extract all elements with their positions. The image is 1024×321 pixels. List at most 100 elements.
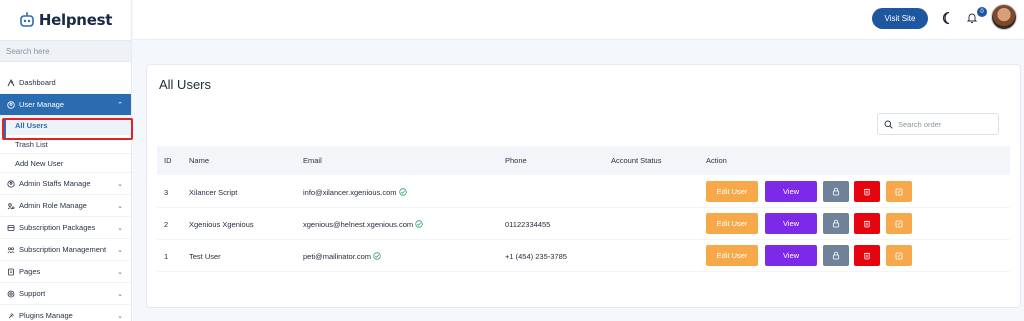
verified-check-icon xyxy=(373,252,381,260)
plug-icon xyxy=(6,311,15,320)
chevron-down-icon: ⌄ xyxy=(117,180,123,188)
delete-button[interactable] xyxy=(854,245,880,266)
column-header-account-status: Account Status xyxy=(611,156,662,165)
email-text: xgenious@helnest.xgenious.com xyxy=(303,220,414,229)
view-button[interactable]: View xyxy=(765,213,817,234)
lock-icon xyxy=(832,187,840,196)
edit-note-button[interactable] xyxy=(886,245,912,266)
column-header-id: ID xyxy=(164,156,172,165)
sidebar-item-label: User Manage xyxy=(19,100,65,109)
moon-icon[interactable] xyxy=(941,11,953,25)
edit-user-button[interactable]: Edit User xyxy=(706,213,758,234)
verified-check-icon xyxy=(398,188,407,196)
sidebar-item-label: Subscription Packages xyxy=(19,223,96,232)
sidebar-item-user-manage[interactable]: User Manage ⌃ xyxy=(0,94,131,116)
sidebar-item-support[interactable]: Support ⌄ xyxy=(0,283,131,305)
chevron-down-icon: ⌄ xyxy=(117,290,123,298)
brand-name: Helpnest xyxy=(38,11,113,29)
users-settings-icon xyxy=(6,245,15,254)
sidebar-item-label: Dashboard xyxy=(19,78,56,87)
sidebar-item-admin-staffs-manage[interactable]: Admin Staffs Manage ⌄ xyxy=(0,173,131,195)
cell-id: 2 xyxy=(164,220,169,229)
chevron-down-icon: ⌄ xyxy=(117,268,123,276)
edit-note-button[interactable] xyxy=(886,181,912,202)
sidebar-item-pages[interactable]: Pages ⌄ xyxy=(0,261,131,283)
sidebar-item-label: Pages xyxy=(19,267,41,276)
chevron-down-icon: ⌄ xyxy=(117,312,123,320)
support-icon xyxy=(6,289,15,298)
user-circle-icon xyxy=(6,100,15,109)
sidebar-subitem-label: Trash List xyxy=(15,139,48,149)
cell-name: Test User xyxy=(189,252,221,261)
sidebar-search-input[interactable]: Search here xyxy=(0,40,131,62)
sidebar-item-dashboard[interactable]: Dashboard xyxy=(0,72,131,94)
trash-icon xyxy=(864,252,870,260)
view-button[interactable]: View xyxy=(765,245,817,266)
lock-button[interactable] xyxy=(823,181,849,202)
edit-user-button[interactable]: Edit User xyxy=(706,245,758,266)
cell-id: 3 xyxy=(164,188,169,197)
lock-icon xyxy=(832,251,840,260)
visit-site-button[interactable]: Visit Site xyxy=(872,8,928,29)
table-row: 2 Xgenious Xgenious xgenious@helnest.xge… xyxy=(157,208,1010,240)
robot-logo-icon xyxy=(20,12,34,27)
edit-square-icon xyxy=(895,188,903,195)
sidebar: Helpnest Search here Dashboard User Mana… xyxy=(0,0,133,321)
package-icon xyxy=(6,223,15,232)
sidebar-item-label: Support xyxy=(19,289,46,298)
sidebar-menu: Dashboard User Manage ⌃ All Users Trash … xyxy=(0,72,131,321)
avatar[interactable] xyxy=(991,4,1017,30)
sidebar-search-placeholder: Search here xyxy=(6,46,50,56)
column-header-name: Name xyxy=(189,156,210,165)
email-text: peti@mailinator.com xyxy=(303,252,372,261)
trash-icon xyxy=(864,188,870,196)
chevron-down-icon: ⌄ xyxy=(117,202,123,210)
column-header-phone: Phone xyxy=(505,156,527,165)
brand-logo[interactable]: Helpnest xyxy=(0,0,131,40)
cell-phone: 01122334455 xyxy=(505,220,551,229)
sidebar-subitem-label: Add New User xyxy=(15,158,64,168)
view-button[interactable]: View xyxy=(765,181,817,202)
sidebar-item-admin-role-manage[interactable]: Admin Role Manage ⌄ xyxy=(0,195,131,217)
sidebar-item-subscription-packages[interactable]: Subscription Packages ⌄ xyxy=(0,217,131,239)
notification-badge: 0 xyxy=(977,7,987,17)
sidebar-item-label: Plugins Manage xyxy=(19,311,73,320)
lock-icon xyxy=(832,219,840,228)
email-text: info@xilancer.xgenious.com xyxy=(303,188,397,197)
selection-highlight xyxy=(2,118,133,140)
delete-button[interactable] xyxy=(854,181,880,202)
column-header-action: Action xyxy=(706,156,727,165)
bell-icon[interactable] xyxy=(967,12,977,24)
sidebar-subitem-add-new-user[interactable]: Add New User xyxy=(0,154,131,173)
page-title: All Users xyxy=(159,77,212,92)
sidebar-item-plugins-manage[interactable]: Plugins Manage ⌄ xyxy=(0,305,131,321)
edit-square-icon xyxy=(895,252,903,259)
verified-check-icon xyxy=(415,220,423,228)
search-order-placeholder: Search order xyxy=(898,119,942,129)
table-row: 1 Test User peti@mailinator.com +1 (454)… xyxy=(157,240,1010,272)
lock-button[interactable] xyxy=(823,245,849,266)
table-header: ID Name Email Phone Account Status Actio… xyxy=(157,146,1010,175)
sidebar-item-label: Subscription Management xyxy=(19,245,107,254)
chevron-down-icon: ⌄ xyxy=(117,224,123,232)
sidebar-item-subscription-management[interactable]: Subscription Management ⌄ xyxy=(0,239,131,261)
cell-name: Xilancer Script xyxy=(189,188,238,197)
trash-icon xyxy=(864,220,870,228)
search-order-input[interactable]: Search order xyxy=(877,113,999,135)
dashboard-icon xyxy=(6,78,15,87)
edit-user-button[interactable]: Edit User xyxy=(706,181,758,202)
table-row: 3 Xilancer Script info@xilancer.xgenious… xyxy=(157,176,1010,208)
sidebar-item-label: Admin Staffs Manage xyxy=(19,179,91,188)
page-icon xyxy=(6,267,15,276)
cell-name: Xgenious Xgenious xyxy=(189,220,254,229)
user-key-icon xyxy=(6,201,15,210)
cell-id: 1 xyxy=(164,252,169,261)
delete-button[interactable] xyxy=(854,213,880,234)
chevron-down-icon: ⌄ xyxy=(117,246,123,254)
lock-button[interactable] xyxy=(823,213,849,234)
users-card: All Users Search order ID Name Email Pho… xyxy=(146,64,1021,308)
user-gear-icon xyxy=(6,179,15,188)
search-icon xyxy=(884,120,893,129)
column-header-email: Email xyxy=(303,156,322,165)
edit-note-button[interactable] xyxy=(886,213,912,234)
